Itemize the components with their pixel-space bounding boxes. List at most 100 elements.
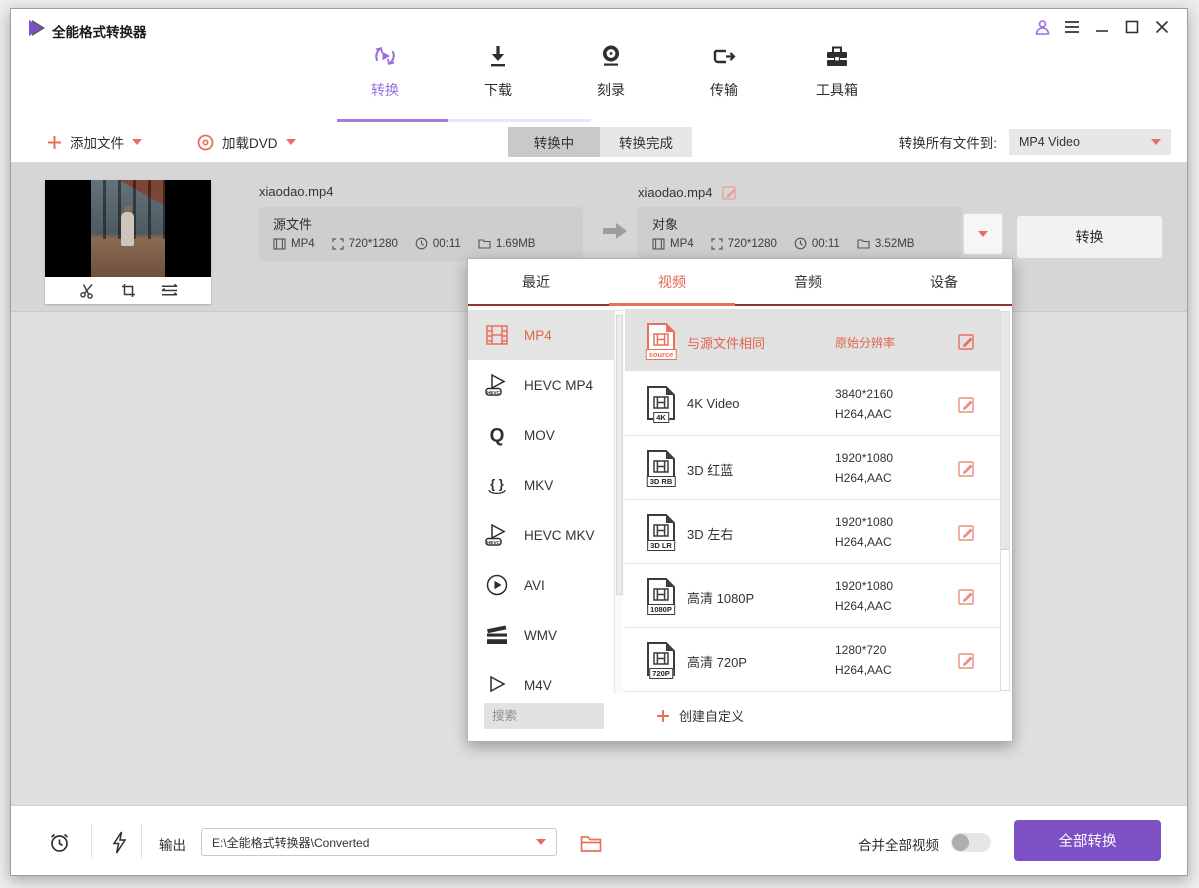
preset-specs: 1920*1080 H264,AAC	[835, 512, 893, 552]
convert-button[interactable]: 转换	[1017, 216, 1162, 258]
toolbar: 添加文件 加载DVD 转换中 转换完成 转换所有文件到: MP4 Video	[11, 122, 1187, 163]
video-file-icon: 3D RB	[644, 449, 678, 485]
account-icon[interactable]	[1031, 16, 1053, 38]
video-file-icon: 720P	[644, 641, 678, 677]
format-label: HEVC MP4	[524, 378, 593, 393]
clapperboard-icon	[484, 622, 510, 648]
format-item-hevc-mp4[interactable]: HEVC HEVC MP4	[468, 360, 622, 410]
create-custom-button[interactable]: 创建自定义	[656, 706, 744, 725]
preset-row-3d-lr[interactable]: 3D LR 3D 左右 1920*1080 H264,AAC	[625, 500, 1000, 564]
target-meta: MP4 720*1280 00:11 3.52MB	[652, 237, 931, 250]
edit-preset-icon[interactable]	[958, 459, 976, 477]
scrollbar-thumb[interactable]	[1001, 312, 1009, 550]
format-item-mov[interactable]: Q MOV	[468, 410, 622, 460]
preset-name: 与源文件相同	[687, 333, 827, 352]
format-item-mkv[interactable]: { } MKV	[468, 460, 622, 510]
plus-icon	[656, 709, 670, 723]
menu-icon[interactable]	[1061, 16, 1083, 38]
resolution-icon	[332, 238, 344, 250]
video-file-icon: 3D LR	[644, 513, 678, 549]
search-input[interactable]	[484, 703, 604, 729]
format-item-m4v[interactable]: M4V	[468, 660, 622, 695]
footer: 输出 E:\全能格式转换器\Converted 合并全部视频 全部转换	[11, 805, 1187, 875]
preset-specs: 3840*2160 H264,AAC	[835, 384, 893, 424]
preset-specs: 1920*1080 H264,AAC	[835, 448, 893, 488]
tab-converting[interactable]: 转换中	[508, 127, 600, 157]
target-format-dropdown-button[interactable]	[963, 213, 1003, 255]
edit-preset-icon[interactable]	[958, 332, 976, 350]
source-duration: 00:11	[433, 238, 461, 250]
trim-scissors-icon[interactable]	[79, 282, 96, 299]
close-icon[interactable]	[1151, 16, 1173, 38]
preset-row-source[interactable]: source 与源文件相同 原始分辨率	[625, 309, 1000, 372]
rename-edit-icon[interactable]	[722, 184, 738, 200]
toolbox-icon	[822, 39, 852, 71]
queue-tabs: 转换中 转换完成	[508, 127, 692, 157]
edit-preset-icon[interactable]	[958, 395, 976, 413]
format-list: MP4 HEVC HEVC MP4 Q MOV	[468, 310, 623, 695]
preset-badge: 720P	[649, 668, 673, 679]
source-meta: MP4 720*1280 00:11 1.69MB	[273, 237, 552, 250]
panel-tab-video[interactable]: 视频	[604, 259, 740, 304]
preset-codec: H264,AAC	[835, 532, 893, 552]
crop-icon[interactable]	[120, 282, 137, 299]
preset-resolution: 3840*2160	[835, 384, 893, 404]
header: 全能格式转换器 转换	[11, 9, 1187, 122]
scrollbar-thumb[interactable]	[616, 315, 623, 595]
effects-sliders-icon[interactable]	[161, 282, 178, 299]
format-icon	[273, 238, 286, 250]
chevron-down-icon	[132, 139, 142, 145]
open-folder-icon[interactable]	[579, 832, 603, 856]
minimize-icon[interactable]	[1091, 16, 1113, 38]
hardware-accel-bolt-icon[interactable]	[107, 830, 131, 854]
preset-row-4k[interactable]: 4K 4K Video 3840*2160 H264,AAC	[625, 372, 1000, 436]
nav-tab-transfer[interactable]: 传输	[680, 39, 768, 100]
nav-label: 工具箱	[816, 80, 858, 100]
window-controls	[1031, 16, 1173, 38]
format-label: M4V	[524, 678, 552, 693]
output-format-select[interactable]: MP4 Video	[1009, 129, 1171, 155]
preset-row-1080p[interactable]: 1080P 高清 1080P 1920*1080 H264,AAC	[625, 564, 1000, 628]
preset-badge: source	[646, 349, 677, 360]
svg-text:Q: Q	[490, 426, 505, 447]
arrow-right-icon	[602, 221, 628, 241]
nav-tab-toolbox[interactable]: 工具箱	[793, 39, 881, 100]
nav-label: 转换	[371, 80, 399, 100]
video-file-icon: 1080P	[644, 577, 678, 613]
output-format-value: MP4 Video	[1019, 135, 1080, 149]
play-flag-icon	[484, 672, 510, 695]
nav-tab-burn[interactable]: 刻录	[567, 39, 655, 100]
format-item-hevc-mkv[interactable]: HEVC HEVC MKV	[468, 510, 622, 560]
format-item-wmv[interactable]: WMV	[468, 610, 622, 660]
duration-icon	[794, 237, 807, 250]
preset-row-720p[interactable]: 720P 高清 720P 1280*720 H264,AAC	[625, 628, 1000, 692]
add-files-button[interactable]: 添加文件	[47, 122, 142, 162]
preset-badge: 1080P	[647, 604, 675, 615]
format-item-avi[interactable]: AVI	[468, 560, 622, 610]
content-area: xiaodao.mp4 源文件 MP4 720*1280 00:11 1.69M…	[11, 163, 1187, 805]
main-nav: 转换 下载 刻录	[341, 39, 881, 100]
load-dvd-button[interactable]: 加载DVD	[197, 122, 296, 162]
format-list-scrollbar[interactable]	[614, 311, 623, 694]
convert-all-button[interactable]: 全部转换	[1014, 820, 1161, 861]
merge-videos-toggle[interactable]	[951, 833, 991, 852]
app-title: 全能格式转换器	[52, 21, 147, 41]
source-video-file-icon: source	[644, 322, 678, 358]
tab-converted[interactable]: 转换完成	[600, 127, 692, 157]
edit-preset-icon[interactable]	[958, 651, 976, 669]
format-item-mp4[interactable]: MP4	[468, 310, 622, 360]
nav-tab-download[interactable]: 下载	[454, 39, 542, 100]
preset-row-3d-rb[interactable]: 3D RB 3D 红蓝 1920*1080 H264,AAC	[625, 436, 1000, 500]
nav-tab-convert[interactable]: 转换	[341, 39, 429, 100]
panel-tab-device[interactable]: 设备	[876, 259, 1012, 304]
panel-tab-audio[interactable]: 音频	[740, 259, 876, 304]
preset-name: 高清 720P	[687, 652, 827, 671]
maximize-icon[interactable]	[1121, 16, 1143, 38]
edit-preset-icon[interactable]	[958, 523, 976, 541]
output-path-combo[interactable]: E:\全能格式转换器\Converted	[201, 828, 557, 856]
schedule-clock-icon[interactable]	[47, 830, 71, 854]
preset-list-scrollbar[interactable]	[1000, 311, 1010, 691]
edit-preset-icon[interactable]	[958, 587, 976, 605]
dvd-icon	[197, 134, 214, 151]
panel-tab-recent[interactable]: 最近	[468, 259, 604, 304]
